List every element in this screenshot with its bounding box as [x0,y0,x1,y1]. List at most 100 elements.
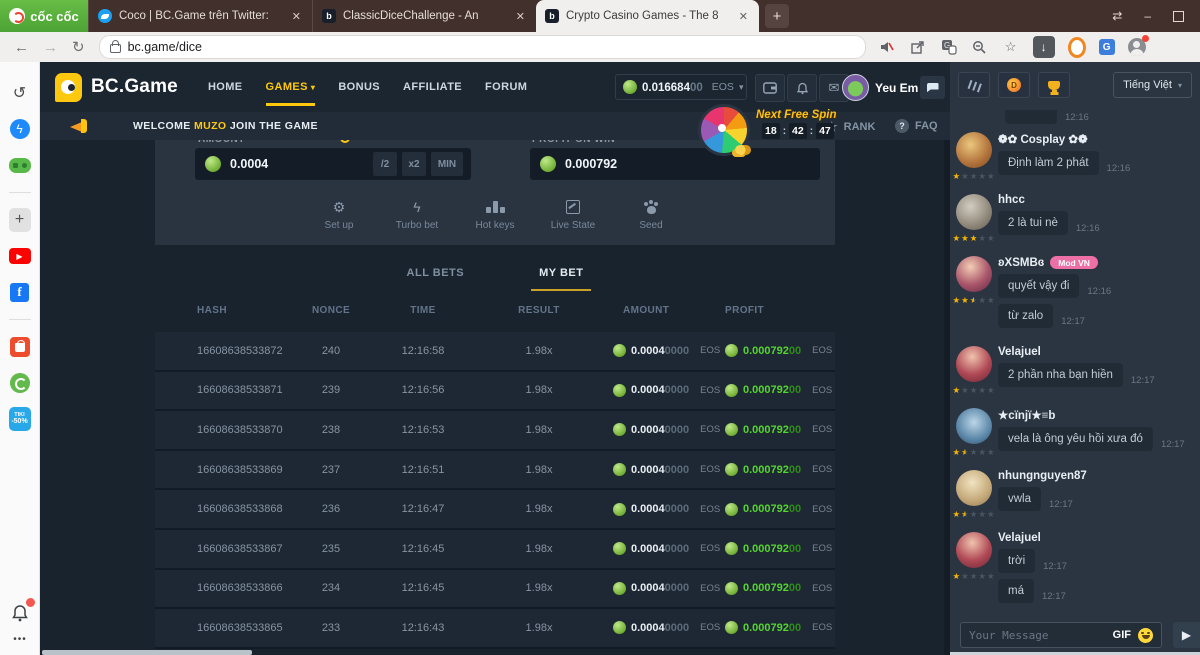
avatar[interactable] [956,470,992,506]
balance-selector[interactable]: 0.01668400 EOS ▾ [615,74,747,100]
nav-games[interactable]: GAMES▾ [266,81,316,93]
chat-username[interactable]: ʚXSMBɞMod VN [998,256,1194,269]
emoji-picker-icon[interactable] [1138,628,1153,643]
reload-button[interactable]: ↻ [72,38,85,56]
chat-username[interactable]: Velajuel [998,346,1194,358]
chat-username[interactable]: nhungnguyen87 [998,470,1194,482]
language-selector[interactable]: Tiếng Việt▾ [1113,72,1192,98]
chat-bubble[interactable]: trời [998,549,1035,573]
close-icon[interactable]: ✕ [514,10,527,23]
faq-button[interactable]: ?FAQ [895,119,938,133]
close-icon[interactable]: ✕ [737,10,750,23]
half-bet-button[interactable]: /2 [373,152,397,176]
chat-trophy-icon[interactable] [1038,72,1070,98]
table-row[interactable]: 1660863853386723512:16:451.98x0.00040000… [155,530,835,570]
close-icon[interactable]: ✕ [290,10,303,23]
chat-bubble[interactable]: má [998,579,1034,603]
new-tab-button[interactable]: + [765,4,789,28]
avatar[interactable] [956,346,992,382]
table-row[interactable]: 1660863853386823612:16:471.98x0.00040000… [155,490,835,530]
hot-keys-button[interactable]: Hot keys [469,199,521,231]
table-row[interactable]: 1660863853386523312:16:431.98x0.00040000… [155,609,835,649]
tab-classicdice[interactable]: b ClassicDiceChallenge - An ✕ [312,0,536,32]
tab-my-bet[interactable]: MY BET [539,267,583,291]
notifications-bell-icon[interactable] [9,602,31,624]
nav-affiliate[interactable]: AFFILIATE [403,81,462,93]
live-state-button[interactable]: Live State [547,199,599,231]
chat-bubble[interactable]: Định làm 2 phát [998,151,1099,175]
address-bar[interactable]: bc.game/dice [99,35,866,59]
chat-bubble[interactable]: quyết vậy đi [998,274,1079,298]
minimize-button[interactable]: – [1144,9,1151,23]
more-menu-icon[interactable]: ••• [13,634,27,645]
table-row[interactable]: 1660863853387023812:16:531.98x0.00040000… [155,411,835,451]
free-spin-wheel-icon[interactable] [698,104,750,156]
coccoc-update-icon[interactable] [1068,38,1086,56]
chat-toggle-button[interactable] [920,76,945,99]
tiki-icon[interactable]: TIKI-50% [9,408,31,430]
extension-icon[interactable]: G [1099,39,1115,55]
tab-twitter[interactable]: Coco | BC.Game trên Twitter: ✕ [88,0,312,32]
youtube-icon[interactable]: ▶ [9,245,31,267]
chat-bubble[interactable]: vwla [998,487,1041,511]
chat-bubble[interactable]: từ zalo [998,304,1053,328]
chat-input[interactable]: Your Message GIF [960,622,1162,648]
table-row[interactable]: 1660863853386623412:16:451.98x0.00040000… [155,570,835,610]
arrange-windows-icon[interactable]: ⇄ [1112,9,1122,23]
chat-username[interactable]: Velajuel [998,532,1194,544]
history-icon[interactable]: ↺ [9,82,31,104]
bcgame-logo-icon[interactable] [55,73,82,102]
nav-forum[interactable]: FORUM [485,81,527,93]
table-row[interactable]: 1660863853386923712:16:511.98x0.00040000… [155,451,835,491]
avatar[interactable] [956,256,992,292]
min-bet-button[interactable]: MIN [431,152,463,176]
avatar[interactable] [956,132,992,168]
zoom-icon[interactable] [971,38,989,56]
user-menu[interactable]: Yeu Em ▾ [842,74,929,101]
facebook-icon[interactable]: f [9,281,31,303]
back-button[interactable]: ← [14,39,29,56]
setup-button[interactable]: ⚙Set up [313,199,365,231]
download-button[interactable]: ↓ [1033,36,1055,58]
table-row[interactable]: 1660863853387123912:16:561.98x0.00040000… [155,372,835,412]
profile-avatar[interactable] [1128,38,1146,56]
forward-button[interactable]: → [43,39,58,56]
wallet-button[interactable] [755,74,785,102]
bet-amount-value[interactable]: 0.0004 [230,157,373,171]
chat-rain-icon[interactable] [958,72,990,98]
send-message-button[interactable]: ▶ [1173,622,1200,648]
table-row[interactable]: 1660863853387224012:16:581.98x0.00040000… [155,332,835,372]
add-shortcut-button[interactable]: + [9,209,31,231]
avatar[interactable] [956,532,992,568]
notifications-button[interactable] [787,74,817,102]
site-title[interactable]: BC.Game [91,76,178,98]
avatar[interactable] [956,408,992,444]
chat-username[interactable]: ❁✿ Cosplay ✿❁ [998,132,1194,146]
translate-icon[interactable]: G [940,38,958,56]
chat-username[interactable]: ★cïnjï★≡b [998,408,1194,422]
seed-button[interactable]: Seed [625,199,677,231]
mute-speaker-icon[interactable] [878,38,896,56]
nav-bonus[interactable]: BONUS [338,81,380,93]
double-bet-button[interactable]: x2 [402,152,426,176]
url-text[interactable]: bc.game/dice [128,40,202,54]
chat-bubble[interactable]: 2 là tui nè [998,211,1068,235]
shopee-icon[interactable] [9,336,31,358]
tab-all-bets[interactable]: ALL BETS [407,267,465,291]
nav-home[interactable]: HOME [208,81,243,93]
messenger-icon[interactable]: ϟ [9,118,31,140]
chat-username[interactable]: hhcc [998,194,1194,206]
games-icon[interactable] [9,154,31,176]
gif-button[interactable]: GIF [1113,629,1131,641]
chat-bubble[interactable]: vela là ông yêu hồi xưa đó [998,427,1153,451]
bookmark-star-icon[interactable]: ☆ [1002,38,1020,56]
coccoc-shopping-icon[interactable] [9,372,31,394]
bet-amount-input[interactable]: 0.0004 /2 x2 MIN [195,148,471,180]
chat-fireball-icon[interactable]: D [998,72,1030,98]
restore-button[interactable] [1173,11,1184,22]
horizontal-scrollbar[interactable] [42,650,252,655]
avatar[interactable] [956,194,992,230]
turbo-bet-button[interactable]: ϟTurbo bet [391,199,443,231]
share-icon[interactable] [909,38,927,56]
chat-bubble[interactable]: 2 phần nha bạn hiền [998,363,1123,387]
